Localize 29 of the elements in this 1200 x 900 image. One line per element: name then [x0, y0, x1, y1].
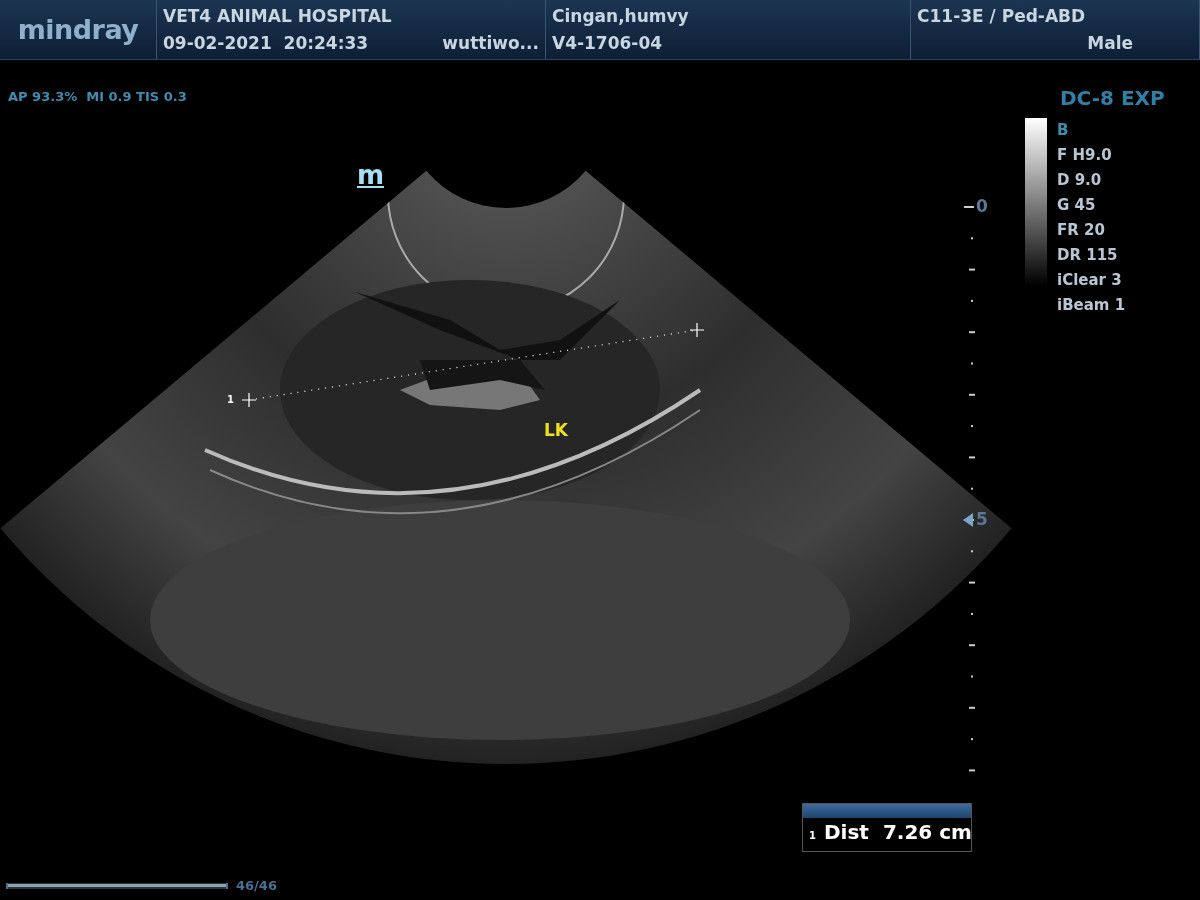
caliper-cross-icon: [241, 392, 257, 408]
depth-label: 0: [976, 196, 988, 216]
operator-name: wuttiwo...: [442, 33, 539, 54]
imaging-parameter: D 9.0: [1057, 170, 1103, 191]
exam-datetime: 09-02-2021 20:24:33: [163, 33, 369, 54]
imaging-mode: B: [1057, 120, 1070, 141]
imaging-parameter: G 45: [1057, 195, 1097, 216]
imaging-parameter: iClear 3: [1057, 270, 1123, 291]
brand-logo: mindray: [17, 14, 139, 45]
measurement-index: 1: [809, 830, 816, 841]
patient-sex: Male: [1087, 33, 1133, 54]
cine-frame-counter: 46/46: [236, 878, 277, 893]
measurement-value: 7.26 cm: [882, 820, 972, 844]
probe-preset: C11-3E / Ped-ABD: [917, 5, 1087, 26]
caliper-cross-icon: [689, 322, 705, 338]
imaging-parameter: DR 115: [1057, 245, 1119, 266]
orientation-mark: m: [357, 164, 385, 188]
acoustic-output-readout: AP 93.3% MI 0.9 TIS 0.3: [8, 89, 187, 104]
patient-name: Cingan,humvy: [552, 5, 690, 26]
hospital-name: VET4 ANIMAL HOSPITAL: [163, 5, 393, 26]
imaging-parameter: iBeam 1: [1057, 295, 1126, 316]
exam-preset-title: DC-8 EXP: [1060, 86, 1165, 110]
imaging-parameter: FR 20: [1057, 220, 1106, 241]
caliper-index: 1: [227, 394, 234, 405]
patient-id: V4-1706-04: [552, 33, 664, 54]
depth-label: 5: [976, 509, 988, 529]
measurement-label: Dist: [823, 820, 869, 844]
imaging-parameter: F H9.0: [1057, 145, 1113, 166]
organ-label: LK: [544, 420, 568, 440]
